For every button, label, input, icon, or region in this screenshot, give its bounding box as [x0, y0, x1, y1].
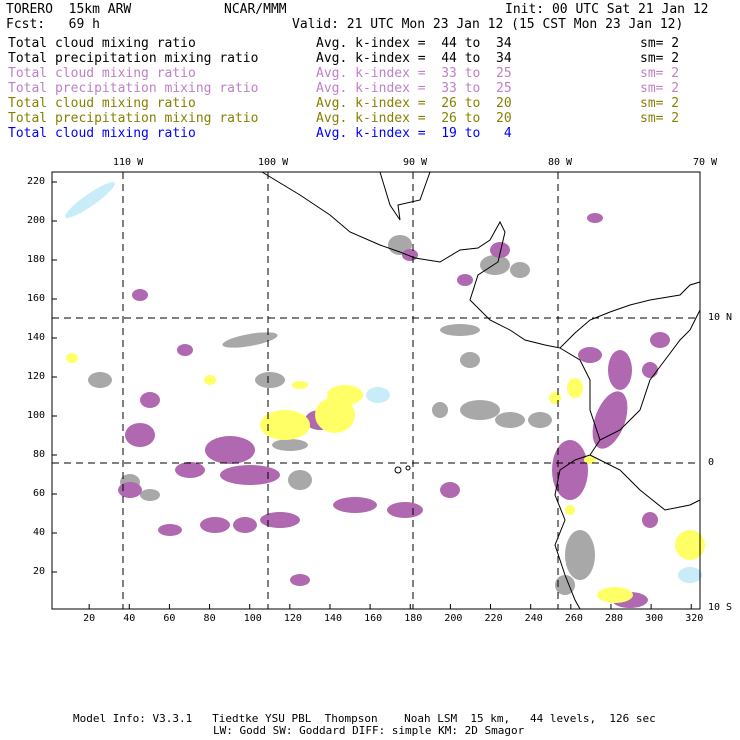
gray-cloud-region [460, 400, 500, 420]
gray-cloud-region [440, 324, 480, 336]
yellow-cloud-region [597, 587, 633, 603]
purple-cloud-region [118, 482, 142, 498]
purple-cloud-region [642, 512, 658, 528]
x-tick-label: 120 [283, 613, 302, 624]
gray-cloud-region [88, 372, 112, 388]
gray-cloud-region [288, 470, 312, 490]
x-tick-label: 280 [604, 613, 624, 624]
x-tick-label: 60 [163, 613, 176, 624]
purple-cloud-region [402, 249, 418, 261]
purple-cloud-region [233, 517, 257, 533]
x-tick-label: 100 [243, 613, 262, 624]
model-info-line2: LW: Godd SW: Goddard DIFF: simple KM: 2D… [213, 724, 525, 737]
gray-cloud-region [495, 412, 525, 428]
lightblue-cloud-region [678, 567, 702, 583]
longitude-label: 80 W [548, 157, 573, 168]
coastline-central-america [261, 171, 701, 349]
purple-cloud-region [642, 362, 658, 378]
y-tick-label: 200 [27, 215, 46, 226]
plot-page: TORERO 15km ARW NCAR/MMM Init: 00 UTC Sa… [0, 0, 740, 740]
y-tick-label: 220 [27, 176, 46, 187]
x-tick-label: 80 [203, 613, 216, 624]
purple-cloud-region [125, 423, 155, 447]
x-tick-label: 20 [83, 613, 96, 624]
gray-cloud-region [140, 489, 160, 501]
gray-cloud-region [528, 412, 552, 428]
longitude-label: 100 W [258, 157, 289, 168]
gray-cloud-region [480, 255, 510, 275]
yellow-cloud-region [565, 505, 575, 515]
x-tick-label: 220 [484, 613, 503, 624]
x-tick-label: 200 [444, 613, 463, 624]
y-tick-label: 180 [27, 254, 46, 265]
galapagos-island [405, 465, 411, 471]
gray-cloud-region [432, 402, 448, 418]
purple-cloud-region [608, 350, 632, 390]
y-tick-label: 120 [27, 371, 46, 382]
yellow-cloud-region [549, 392, 561, 404]
lightblue-cloud-region [65, 182, 115, 218]
x-tick-label: 140 [323, 613, 343, 624]
y-tick-label: 20 [33, 566, 46, 577]
purple-cloud-region [175, 462, 205, 478]
purple-cloud-region [260, 512, 300, 528]
x-tick-label: 320 [685, 613, 704, 624]
map-plot [51, 171, 705, 610]
purple-cloud-region [220, 465, 280, 485]
gray-cloud-region [222, 332, 278, 348]
x-tick-label: 160 [364, 613, 383, 624]
purple-cloud-region [333, 497, 377, 513]
purple-cloud-region [140, 392, 160, 408]
purple-cloud-region [205, 436, 255, 464]
x-tick-label: 240 [524, 613, 543, 624]
x-tick-label: 40 [123, 613, 136, 624]
longitude-label: 110 W [113, 157, 144, 168]
galapagos-island [394, 466, 402, 474]
purple-cloud-region [578, 347, 602, 363]
purple-cloud-region [587, 213, 603, 223]
yellow-cloud-region [327, 385, 363, 405]
purple-cloud-region [132, 289, 148, 301]
longitude-label: 90 W [403, 157, 428, 168]
y-tick-label: 40 [33, 527, 46, 538]
longitude-label: 70 W [693, 157, 718, 168]
yellow-cloud-region [292, 381, 308, 389]
y-tick-label: 140 [27, 332, 46, 343]
gray-cloud-region [565, 530, 595, 580]
x-tick-label: 260 [564, 613, 583, 624]
purple-cloud-region [290, 574, 310, 586]
y-tick-label: 100 [27, 410, 46, 421]
gray-cloud-region [272, 439, 308, 451]
latitude-label: 10 N [708, 312, 733, 323]
latitude-label: 0 [708, 457, 715, 468]
purple-cloud-region [440, 482, 460, 498]
purple-cloud-region [158, 524, 182, 536]
yellow-cloud-region [204, 375, 216, 385]
x-tick-label: 180 [404, 613, 423, 624]
purple-cloud-region [387, 502, 423, 518]
purple-cloud-region [200, 517, 230, 533]
yellow-cloud-region [66, 353, 78, 363]
yellow-cloud-region [567, 378, 583, 398]
y-tick-label: 160 [27, 293, 46, 304]
gray-cloud-region [510, 262, 530, 278]
latitude-label: 10 S [708, 602, 733, 613]
y-tick-label: 80 [33, 449, 46, 460]
purple-cloud-region [457, 274, 473, 286]
country-border [379, 171, 431, 221]
lightblue-cloud-region [366, 387, 390, 403]
gray-cloud-region [255, 372, 285, 388]
y-tick-label: 60 [33, 488, 46, 499]
purple-cloud-region [552, 440, 588, 500]
purple-cloud-region [177, 344, 193, 356]
x-tick-label: 300 [645, 613, 664, 624]
gray-cloud-region [460, 352, 480, 368]
purple-cloud-region [650, 332, 670, 348]
